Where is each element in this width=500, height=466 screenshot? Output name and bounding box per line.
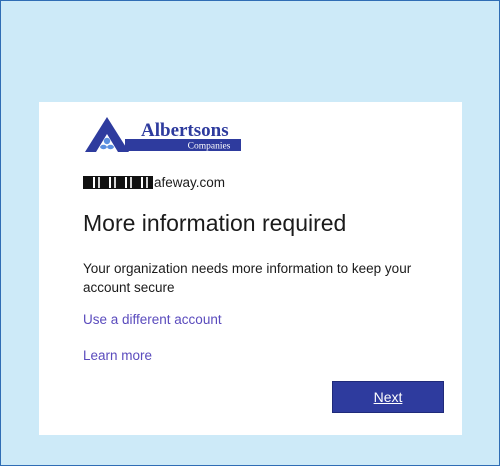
- account-identifier: afeway.com: [83, 173, 225, 191]
- page-description: Your organization needs more information…: [83, 261, 412, 295]
- next-button[interactable]: Next: [332, 381, 444, 413]
- logo-brand-name: Albertsons: [141, 120, 229, 141]
- account-email-suffix: afeway.com: [154, 174, 226, 190]
- albertsons-logo-icon: Albertsons Companies: [85, 117, 241, 152]
- redacted-email-prefix: [83, 175, 153, 189]
- learn-more-link[interactable]: Learn more: [83, 348, 152, 363]
- albertsons-logo: Albertsons Companies: [83, 114, 243, 156]
- sign-in-card: Albertsons Companies afeway.com More inf…: [39, 102, 462, 435]
- logo-brand-sub: Companies: [188, 142, 231, 152]
- page-title: More information required: [83, 210, 347, 236]
- use-different-account-link[interactable]: Use a different account: [83, 312, 222, 327]
